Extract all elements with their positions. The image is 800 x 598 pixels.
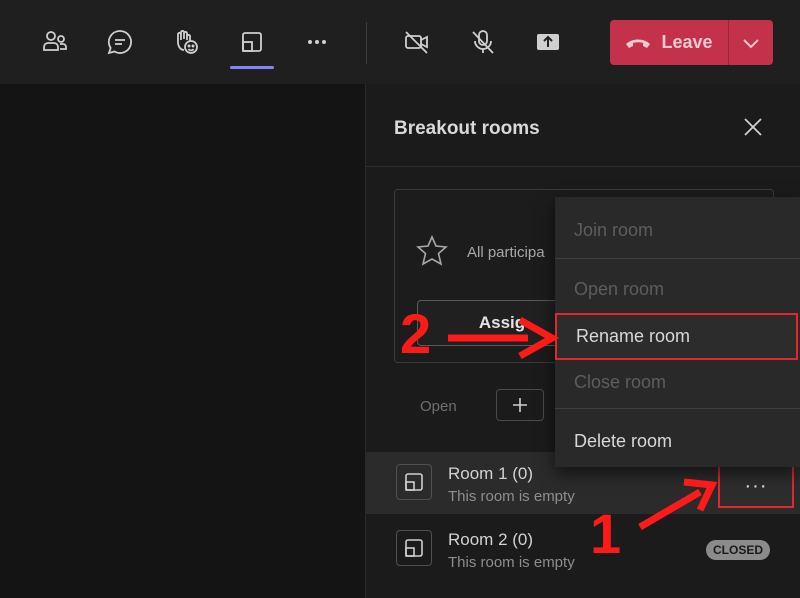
people-button[interactable]	[37, 24, 73, 60]
room-status: This room is empty	[448, 554, 575, 571]
room-icon	[396, 530, 432, 566]
plus-icon	[513, 398, 527, 412]
status-badge: CLOSED	[706, 540, 771, 560]
menu-item-delete-room[interactable]: Delete room	[555, 418, 800, 464]
breakout-rooms-button[interactable]	[234, 24, 270, 60]
react-icon	[177, 30, 198, 54]
menu-item-close-room[interactable]: Close room	[555, 359, 800, 405]
share-button[interactable]	[530, 24, 566, 60]
active-tab-indicator	[230, 66, 274, 69]
react-button[interactable]	[168, 24, 204, 60]
leave-button-group: Leave	[610, 20, 773, 65]
open-rooms-button[interactable]: Open	[420, 398, 457, 415]
share-icon	[537, 34, 559, 50]
teams-meeting-window: Leave Breakout rooms All participa Assig	[0, 0, 800, 598]
chat-icon	[107, 30, 132, 55]
menu-item-join-room[interactable]: Join room	[555, 207, 800, 253]
chat-button[interactable]	[102, 24, 138, 60]
room-icon	[396, 464, 432, 500]
breakout-rooms-icon	[242, 32, 262, 52]
room-list-item[interactable]: Room 2 (0) This room is empty CLOSED	[366, 518, 800, 580]
camera-off-icon	[405, 31, 428, 54]
panel-title: Breakout rooms	[394, 118, 540, 139]
close-panel-button[interactable]	[740, 114, 766, 140]
add-room-button[interactable]	[496, 389, 544, 421]
room-status: This room is empty	[448, 488, 575, 505]
mic-toggle-button[interactable]	[465, 24, 501, 60]
meeting-toolbar: Leave	[0, 0, 800, 84]
toolbar-divider	[366, 22, 367, 64]
close-icon	[744, 118, 762, 136]
mic-off-icon	[472, 30, 494, 54]
leave-button[interactable]: Leave	[610, 20, 729, 65]
phone-hangup-icon	[626, 39, 651, 48]
leave-options-button[interactable]	[729, 20, 773, 65]
people-icon	[43, 31, 67, 51]
panel-divider	[366, 166, 800, 167]
assign-description: All participa	[467, 244, 545, 261]
chevron-down-icon	[743, 38, 759, 48]
menu-item-rename-room[interactable]: Rename room	[555, 313, 798, 360]
room-more-options-button[interactable]: ···	[718, 464, 794, 508]
more-icon	[308, 40, 326, 44]
menu-divider	[555, 258, 800, 259]
meeting-stage	[0, 84, 365, 598]
menu-item-open-room[interactable]: Open room	[555, 266, 800, 312]
star-icon	[416, 235, 448, 266]
step-number-2: 2	[400, 302, 432, 365]
step-number-1: 1	[590, 502, 622, 565]
menu-divider	[555, 408, 800, 409]
camera-toggle-button[interactable]	[399, 24, 435, 60]
leave-label: Leave	[661, 32, 713, 52]
room-name: Room 2 (0)	[448, 530, 534, 549]
room-context-menu: Join room Open room Rename room Close ro…	[555, 197, 800, 467]
more-actions-button[interactable]	[299, 24, 335, 60]
room-name: Room 1 (0)	[448, 464, 534, 483]
